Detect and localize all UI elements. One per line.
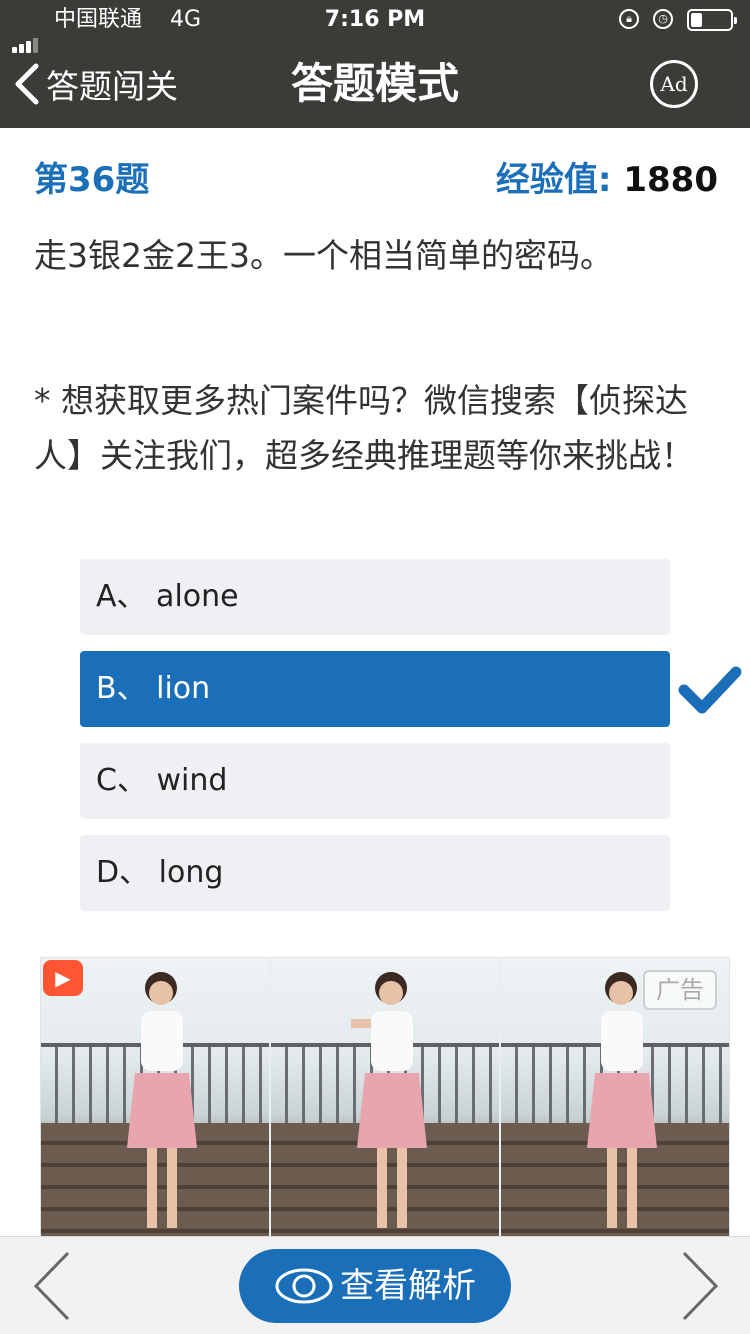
back-label: 答题闯关 [46,67,178,106]
option-d[interactable]: D、 long [80,835,670,911]
checkmark-icon [678,666,742,714]
prev-button[interactable] [28,1249,98,1323]
top-bar: 中国联通 4G 7:16 PM 🔒︎ ◷ 答题闯关 答题模式 Ad [0,0,750,128]
bottom-bar: 查看解析 [0,1236,750,1334]
exp-label: 经验值: [495,160,612,200]
ad-photo [271,958,499,1241]
view-analysis-button[interactable]: 查看解析 [239,1249,511,1323]
video-app-icon: ▶ [43,960,83,996]
question-header: 第36题 经验值: 1880 [34,155,718,205]
option-a[interactable]: A、 alone [80,559,670,635]
orientation-lock-icon: 🔒︎ [619,9,639,29]
eye-icon [275,1268,333,1304]
next-button[interactable] [674,1249,744,1323]
exp-value: 1880 [623,160,718,200]
option-c[interactable]: C、 wind [80,743,670,819]
chevron-left-icon [33,1251,70,1321]
chevron-right-icon [682,1251,719,1321]
chevron-left-icon [15,63,39,105]
battery-icon [687,9,737,31]
nav-bar: 答题闯关 答题模式 Ad [0,40,750,128]
ad-tag: 广告 [643,970,717,1010]
alarm-icon: ◷ [653,9,673,29]
ad-banner[interactable]: ▶ 广告 [40,957,730,1242]
answer-options: A、 alone B、 lion C、 wind D、 long [80,559,670,927]
question-text: 走3银2金2王3。一个相当简单的密码。 [34,236,613,275]
question-number: 第36题 [34,160,150,200]
ad-photo [41,958,269,1241]
back-button[interactable]: 答题闯关 [12,40,178,128]
option-b[interactable]: B、 lion [80,651,670,727]
ad-button[interactable]: Ad [650,60,698,108]
status-bar: 中国联通 4G 7:16 PM 🔒︎ ◷ [0,0,750,53]
promo-text: * 想获取更多热门案件吗？微信搜索【侦探达人】关注我们，超多经典推理题等你来挑战… [34,381,694,475]
experience-points: 经验值: 1880 [496,155,718,205]
view-analysis-label: 查看解析 [340,1266,476,1306]
